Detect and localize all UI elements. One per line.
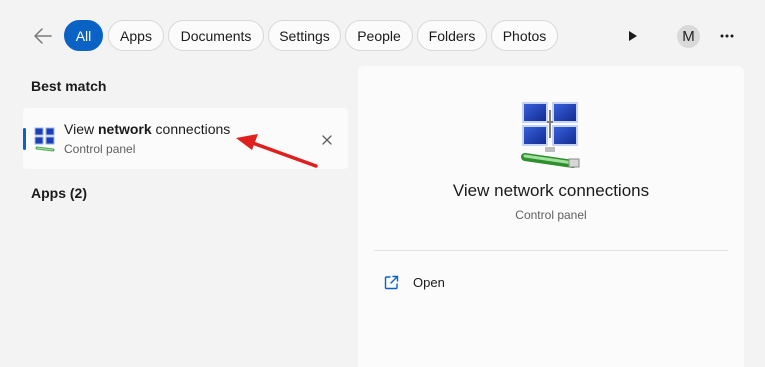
play-icon — [629, 30, 637, 41]
best-match-heading: Best match — [31, 78, 107, 94]
filter-folders[interactable]: Folders — [417, 20, 487, 51]
filter-documents[interactable]: Documents — [168, 20, 264, 51]
more-options-button[interactable] — [712, 20, 742, 51]
more-options-icon — [720, 34, 734, 37]
result-title-prefix: View — [64, 121, 98, 137]
filter-all[interactable]: All — [64, 20, 103, 51]
back-button[interactable] — [28, 22, 58, 50]
detail-title: View network connections — [452, 181, 650, 200]
search-header: All Apps Documents Settings People Folde… — [0, 0, 765, 70]
detail-pane: View network connections Control panel O… — [358, 66, 744, 367]
annotation-arrow — [236, 134, 318, 168]
result-title-match: network — [97, 121, 152, 137]
network-connections-large-icon — [521, 102, 580, 168]
open-action[interactable]: Open — [384, 270, 445, 294]
result-subtitle: Control panel — [64, 142, 136, 156]
play-button[interactable] — [618, 20, 648, 51]
open-label: Open — [413, 274, 445, 290]
filter-people[interactable]: People — [345, 20, 413, 51]
open-external-icon — [384, 275, 399, 289]
selection-indicator — [23, 128, 26, 150]
divider — [374, 250, 728, 251]
apps-heading: Apps (2) — [31, 185, 87, 201]
result-title: View network connections — [64, 121, 230, 137]
back-arrow-icon — [34, 28, 52, 44]
filter-settings[interactable]: Settings — [268, 20, 341, 51]
avatar[interactable]: M — [677, 25, 700, 48]
filter-photos[interactable]: Photos — [491, 20, 558, 51]
filter-apps[interactable]: Apps — [108, 20, 164, 51]
result-title-suffix: connections — [151, 121, 231, 137]
network-connections-icon — [34, 127, 55, 152]
detail-subtitle: Control panel — [515, 208, 587, 222]
